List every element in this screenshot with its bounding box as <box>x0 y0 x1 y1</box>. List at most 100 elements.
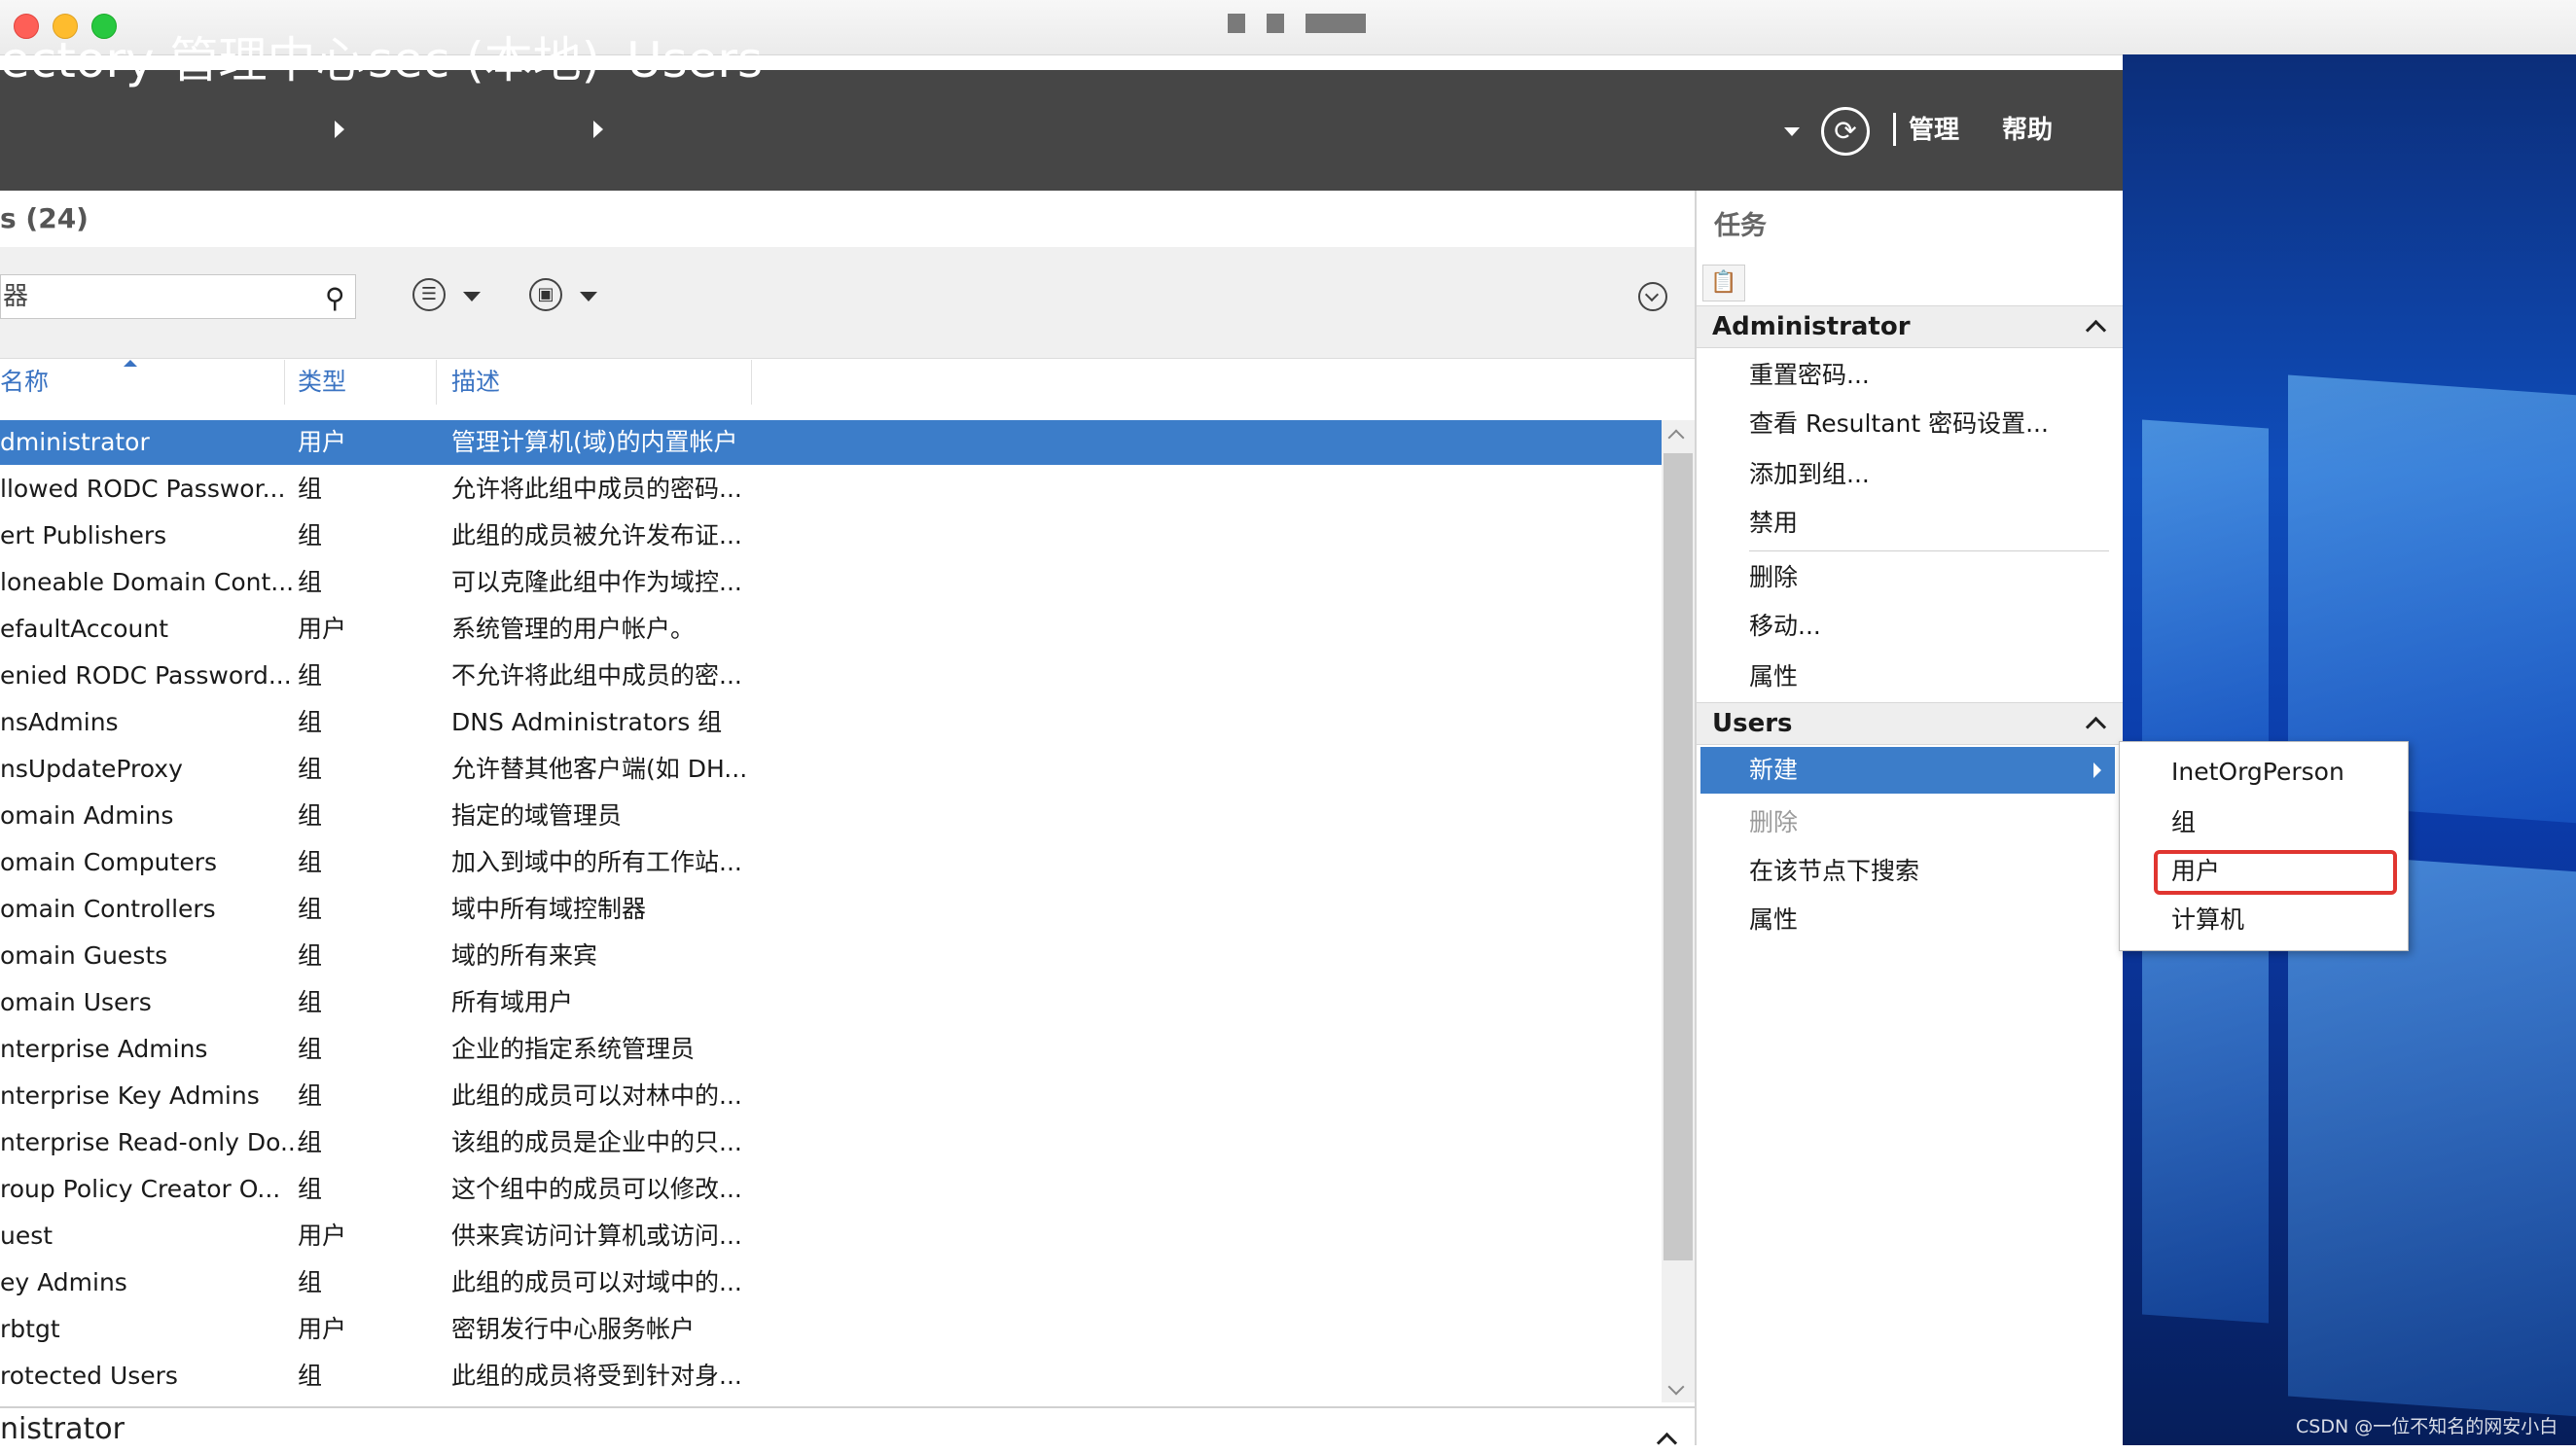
column-header-name[interactable]: 名称 <box>0 366 49 399</box>
sort-ascending-icon <box>124 360 137 367</box>
table-row[interactable]: dministrator 用户 管理计算机(域)的内置帐户 <box>0 420 1662 465</box>
cell-type: 组 <box>298 755 323 783</box>
cell-desc: 不允许将此组中成员的密... <box>451 661 742 690</box>
table-row[interactable]: rbtgt 用户 密钥发行中心服务帐户 <box>0 1307 1662 1352</box>
table-row[interactable]: nterprise Read-only Do... 组 该组的成员是企业中的只... <box>0 1120 1662 1165</box>
cell-desc: 指定的域管理员 <box>451 801 623 830</box>
task-properties[interactable]: 属性 <box>1749 657 1798 696</box>
list-view-dropdown-icon[interactable] <box>463 292 481 301</box>
submenu-item-group[interactable]: 组 <box>2171 803 2196 842</box>
submenu-item-computer[interactable]: 计算机 <box>2171 901 2244 939</box>
table-row[interactable]: omain Users 组 所有域用户 <box>0 980 1662 1025</box>
cell-desc: 管理计算机(域)的内置帐户 <box>451 428 738 456</box>
table-row[interactable]: omain Guests 组 域的所有来宾 <box>0 934 1662 978</box>
column-divider[interactable] <box>436 360 437 405</box>
column-divider[interactable] <box>751 360 752 405</box>
cell-desc: 可以克隆此组中作为域控... <box>451 568 742 596</box>
table-row[interactable]: enied RODC Password... 组 不允许将此组中成员的密... <box>0 654 1662 698</box>
column-header-description[interactable]: 描述 <box>451 366 500 399</box>
submenu-item-inetorgperson[interactable]: InetOrgPerson <box>2171 753 2344 792</box>
details-title: nistrator <box>0 1412 125 1446</box>
cell-desc: 域中所有域控制器 <box>451 895 647 923</box>
save-query-icon[interactable]: ▣ <box>529 278 562 311</box>
table-row[interactable]: nsAdmins 组 DNS Administrators 组 <box>0 700 1662 745</box>
task-add-to-group[interactable]: 添加到组... <box>1749 455 1870 494</box>
table-row[interactable]: rotected Users 组 此组的成员将受到针对身... <box>0 1354 1662 1399</box>
save-query-dropdown-icon[interactable] <box>580 292 597 301</box>
cell-desc: 此组的成员将受到针对身... <box>451 1362 742 1390</box>
manage-menu[interactable]: 管理 <box>1909 113 1959 148</box>
cell-name: omain Admins <box>0 801 174 830</box>
table-row[interactable]: omain Controllers 组 域中所有域控制器 <box>0 887 1662 932</box>
task-delete[interactable]: 删除 <box>1749 558 1798 597</box>
cell-type: 组 <box>298 1175 323 1203</box>
history-dropdown-icon[interactable] <box>1784 127 1800 136</box>
table-row[interactable]: omain Computers 组 加入到域中的所有工作站... <box>0 840 1662 885</box>
cell-name: nterprise Read-only Do... <box>0 1128 304 1156</box>
table-row[interactable]: nsUpdateProxy 组 允许替其他客户端(如 DH... <box>0 747 1662 792</box>
submenu-arrow-icon <box>2093 762 2101 778</box>
filter-input[interactable]: 器 <box>0 274 356 319</box>
table-row[interactable]: roup Policy Creator O... 组 这个组中的成员可以修改... <box>0 1167 1662 1212</box>
column-header-type[interactable]: 类型 <box>298 366 346 399</box>
refresh-icon[interactable]: ⟳ <box>1821 107 1870 156</box>
cell-desc: 此组的成员可以对域中的... <box>451 1268 742 1296</box>
task-search-under-node[interactable]: 在该节点下搜索 <box>1749 852 1919 891</box>
task-view-resultant-password[interactable]: 查看 Resultant 密码设置... <box>1749 405 2049 443</box>
clipboard-icon[interactable]: 📋 <box>1702 265 1745 301</box>
breadcrumb-users[interactable]: Users <box>626 29 763 91</box>
table-row[interactable]: nterprise Key Admins 组 此组的成员可以对林中的... <box>0 1074 1662 1118</box>
task-move[interactable]: 移动... <box>1749 607 1821 646</box>
cell-type: 组 <box>298 941 323 970</box>
cell-desc: 密钥发行中心服务帐户 <box>451 1315 696 1343</box>
breadcrumb-domain[interactable]: sec (本地) <box>368 29 600 91</box>
cell-desc: 系统管理的用户帐户。 <box>451 615 696 643</box>
task-properties-users[interactable]: 属性 <box>1749 901 1798 939</box>
cell-desc: DNS Administrators 组 <box>451 708 723 736</box>
section-administrator[interactable]: Administrator <box>1697 305 2123 348</box>
cell-type: 组 <box>298 1268 323 1296</box>
collapse-icon[interactable] <box>2085 319 2107 341</box>
object-count: s (24) <box>0 202 89 234</box>
cell-type: 组 <box>298 521 323 549</box>
collapse-icon[interactable] <box>2085 716 2107 738</box>
breadcrumb-separator-icon <box>335 121 344 138</box>
cell-desc: 此组的成员被允许发布证... <box>451 521 742 549</box>
cell-name: omain Computers <box>0 848 218 876</box>
cell-name: nterprise Key Admins <box>0 1081 260 1110</box>
task-new[interactable]: 新建 <box>1700 747 2115 794</box>
tasks-title: 任务 <box>1714 211 1767 241</box>
help-menu[interactable]: 帮助 <box>2002 113 2053 148</box>
breadcrumb-root[interactable]: ectory 管理中心 <box>0 29 365 91</box>
table-row[interactable]: uest 用户 供来宾访问计算机或访问... <box>0 1214 1662 1258</box>
cell-type: 用户 <box>298 1315 347 1343</box>
scrollbar-thumb[interactable] <box>1664 453 1693 1260</box>
cell-name: ert Publishers <box>0 521 167 549</box>
column-divider[interactable] <box>284 360 285 405</box>
cell-name: efaultAccount <box>0 615 169 643</box>
cell-name: rotected Users <box>0 1362 178 1390</box>
cell-name: enied RODC Password... <box>0 661 292 690</box>
table-row[interactable]: omain Admins 组 指定的域管理员 <box>0 794 1662 838</box>
table-row[interactable]: llowed RODC Passwor... 组 允许将此组中成员的密码... <box>0 467 1662 512</box>
task-disable[interactable]: 禁用 <box>1749 504 1798 543</box>
section-users[interactable]: Users <box>1697 702 2123 745</box>
table-row[interactable]: ey Admins 组 此组的成员可以对域中的... <box>0 1260 1662 1305</box>
table-row[interactable]: nterprise Admins 组 企业的指定系统管理员 <box>0 1027 1662 1072</box>
table-row[interactable]: efaultAccount 用户 系统管理的用户帐户。 <box>0 607 1662 652</box>
expand-icon[interactable] <box>1638 282 1667 311</box>
watermark: CSDN @一位不知名的网安小白 <box>2296 1416 2558 1437</box>
list-view-icon[interactable]: ☰ <box>412 278 446 311</box>
cell-name: nterprise Admins <box>0 1035 208 1063</box>
cell-name: loneable Domain Cont... <box>0 568 295 596</box>
task-reset-password[interactable]: 重置密码... <box>1749 356 1870 395</box>
search-icon[interactable]: ⚲ <box>325 282 345 314</box>
cell-desc: 此组的成员可以对林中的... <box>451 1081 742 1110</box>
task-delete-disabled: 删除 <box>1749 808 1799 836</box>
table-row[interactable]: loneable Domain Cont... 组 可以克隆此组中作为域控... <box>0 560 1662 605</box>
table-row[interactable]: ert Publishers 组 此组的成员被允许发布证... <box>0 514 1662 558</box>
cell-name: omain Users <box>0 988 152 1016</box>
cell-name: omain Guests <box>0 941 168 970</box>
cell-type: 用户 <box>298 615 347 643</box>
task-divider <box>1749 550 2109 551</box>
